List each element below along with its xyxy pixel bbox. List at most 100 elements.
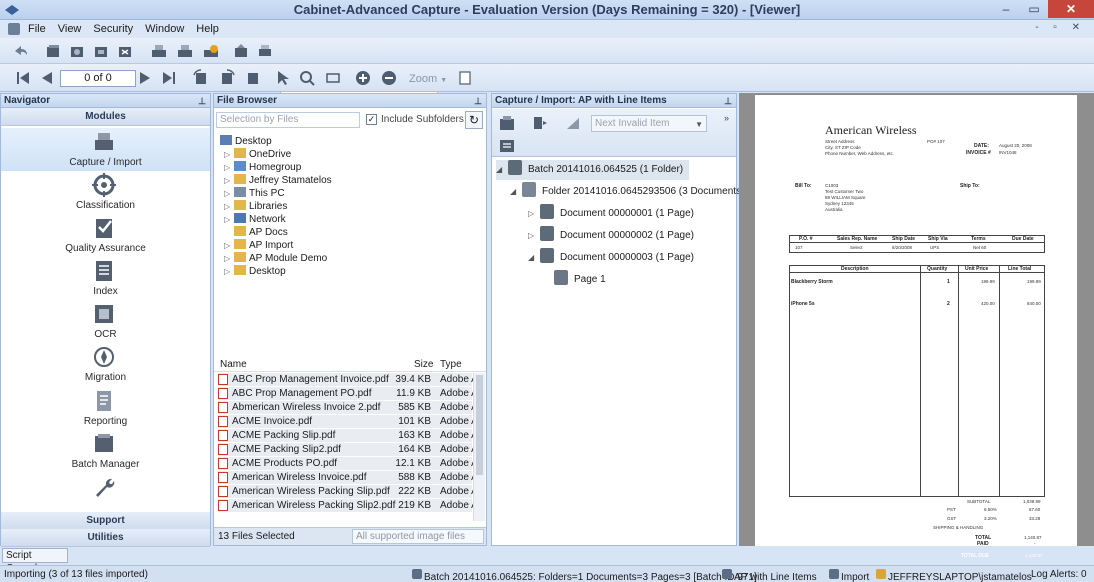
print-icon[interactable] [256,42,274,60]
document-menu-icon[interactable] [8,23,20,35]
expand-icon[interactable]: ▷ [528,204,540,224]
rotate-right-icon[interactable] [218,69,236,87]
document-node[interactable]: ▷ Document 00000001 (1 Page) [528,204,694,224]
column-name[interactable]: Name [220,359,247,370]
module-migration[interactable]: Migration [1,343,210,386]
undo-icon[interactable] [12,42,30,60]
expand-icon[interactable]: ▷ [224,161,234,174]
expand-icon[interactable]: ▷ [528,226,540,246]
modules-group[interactable]: Modules [1,108,210,126]
page-indicator[interactable]: 0 of 0 [60,70,136,87]
scrollbar-thumb[interactable] [476,375,483,475]
save-batch-icon[interactable] [92,42,110,60]
pointer-icon[interactable] [274,69,292,87]
module-capture-import[interactable]: Capture / Import [1,128,210,171]
fit-page-icon[interactable] [456,69,474,87]
expand-icon[interactable]: ▷ [224,174,234,187]
document-node[interactable]: ▷ Document 00000002 (1 Page) [528,226,694,246]
status-alerts[interactable]: Log Alerts: 0 [1031,569,1087,580]
scan-batch-icon[interactable] [498,114,516,132]
pin-icon[interactable]: ⊥ [724,94,732,108]
refresh-icon[interactable]: ↻ [465,111,483,129]
close-button[interactable]: ✕ [1048,0,1094,18]
menu-security[interactable]: Security [87,23,139,35]
rotate-left-icon[interactable] [192,69,210,87]
file-row[interactable]: American Wireless Packing Slip2.pdf 219 K… [218,499,478,512]
menu-help[interactable]: Help [190,23,225,35]
menu-file[interactable]: File [22,23,52,35]
utilities-group[interactable]: Utilities [1,529,210,547]
tree-item[interactable]: ▷ Network [224,213,286,226]
module-index[interactable]: Index [1,257,210,300]
zoom-out-icon[interactable] [380,69,398,87]
module-reporting[interactable]: Reporting [1,387,210,430]
tree-item[interactable]: ▷ AP Import [224,239,293,252]
folder-node[interactable]: ◢ Folder 20141016.0645293506 (3 Documents… [510,182,744,202]
expand-icon[interactable]: ▷ [224,213,234,226]
new-batch-icon[interactable] [44,42,62,60]
tree-item[interactable]: ▷ OneDrive [224,148,291,161]
file-row[interactable]: ACME Packing Slip2.pdf 164 KB Adobe A [218,443,478,456]
file-row[interactable]: American Wireless Invoice.pdf 588 KB Adobe… [218,471,478,484]
tree-item[interactable]: ▷ Libraries [224,200,287,213]
pin-icon[interactable]: ⊥ [474,94,482,108]
support-group[interactable]: Support [1,512,210,530]
module-quality-assurance[interactable]: Quality Assurance [1,214,210,257]
scanner-settings-icon[interactable] [176,42,194,60]
document-node[interactable]: ◢ Document 00000003 (1 Page) [528,248,694,268]
release-icon[interactable] [232,42,250,60]
tree-item[interactable]: AP Docs [224,226,288,239]
mdi-window-buttons[interactable]: - ▫ ✕ [1035,22,1086,33]
file-selection-input[interactable]: Selection by Files [216,112,360,128]
script-console-tab[interactable]: Script Console [2,548,68,574]
insert-icon[interactable] [530,114,548,132]
expand-icon[interactable]: ▷ [224,200,234,213]
expand-icon[interactable]: ▷ [224,252,234,265]
module-tools[interactable] [1,473,210,503]
expand-icon[interactable]: ▷ [224,148,234,161]
file-row[interactable]: Abmerican Wireless Invoice 2.pdf 585 KB Ad… [218,401,478,414]
tree-item[interactable]: ▷ AP Module Demo [224,252,327,265]
file-type-filter[interactable]: All supported image files [352,529,484,544]
expand-icon[interactable]: ▷ [224,239,234,252]
file-row[interactable]: ACME Invoice.pdf 101 KB Adobe A [218,415,478,428]
last-page-icon[interactable] [160,69,178,87]
module-batch-manager[interactable]: Batch Manager [1,430,210,473]
chart-icon[interactable] [564,114,582,132]
collapse-icon[interactable]: ◢ [528,248,540,268]
open-batch-icon[interactable] [68,42,86,60]
invoice-page[interactable]: American Wireless Street Address City, S… [755,95,1077,547]
tree-item[interactable]: ▷ Jeffrey Stamatelos [224,174,332,187]
collapse-icon[interactable]: ◢ [510,182,522,202]
menu-view[interactable]: View [52,23,88,35]
file-row[interactable]: ACME Products PO.pdf 12.1 KB Adobe A [218,457,478,470]
batch-properties-icon[interactable] [498,137,516,155]
column-type[interactable]: Type [440,359,462,370]
expand-icon[interactable]: ▷ [224,187,234,200]
file-row[interactable]: ABC Prop Management PO.pdf 11.9 KB Adobe A [218,387,478,400]
include-subfolders-checkbox[interactable]: ✓ [366,114,377,125]
next-page-icon[interactable] [136,69,154,87]
minimize-button[interactable]: – [992,0,1020,18]
zoom-dropdown[interactable]: Zoom ▼ [409,73,447,85]
flip-icon[interactable] [244,69,262,87]
maximize-button[interactable]: ▭ [1020,0,1048,18]
first-page-icon[interactable] [14,69,32,87]
zoom-select-icon[interactable] [298,69,316,87]
pin-icon[interactable]: ⊥ [198,94,206,108]
module-classification[interactable]: Classification [1,171,210,214]
column-size[interactable]: Size [414,359,433,370]
file-list-scrollbar[interactable] [473,373,485,521]
file-row[interactable]: ABC Prop Management Invoice.pdf 39.4 KB Ad… [218,373,478,386]
close-batch-icon[interactable] [116,42,134,60]
module-ocr[interactable]: OCR [1,300,210,343]
previous-page-icon[interactable] [38,69,56,87]
expand-icon[interactable]: ▷ [224,265,234,278]
file-row[interactable]: ACME Packing Slip.pdf 163 KB Adobe A [218,429,478,442]
toolbar-overflow-icon[interactable]: » [724,113,729,123]
tree-item[interactable]: ▷ This PC [224,187,285,200]
scan-warning-icon[interactable] [202,42,220,60]
scan-icon[interactable] [150,42,168,60]
batch-node[interactable]: ◢ Batch 20141016.064525 (1 Folder) [496,160,690,180]
page-node[interactable]: Page 1 [554,270,606,290]
